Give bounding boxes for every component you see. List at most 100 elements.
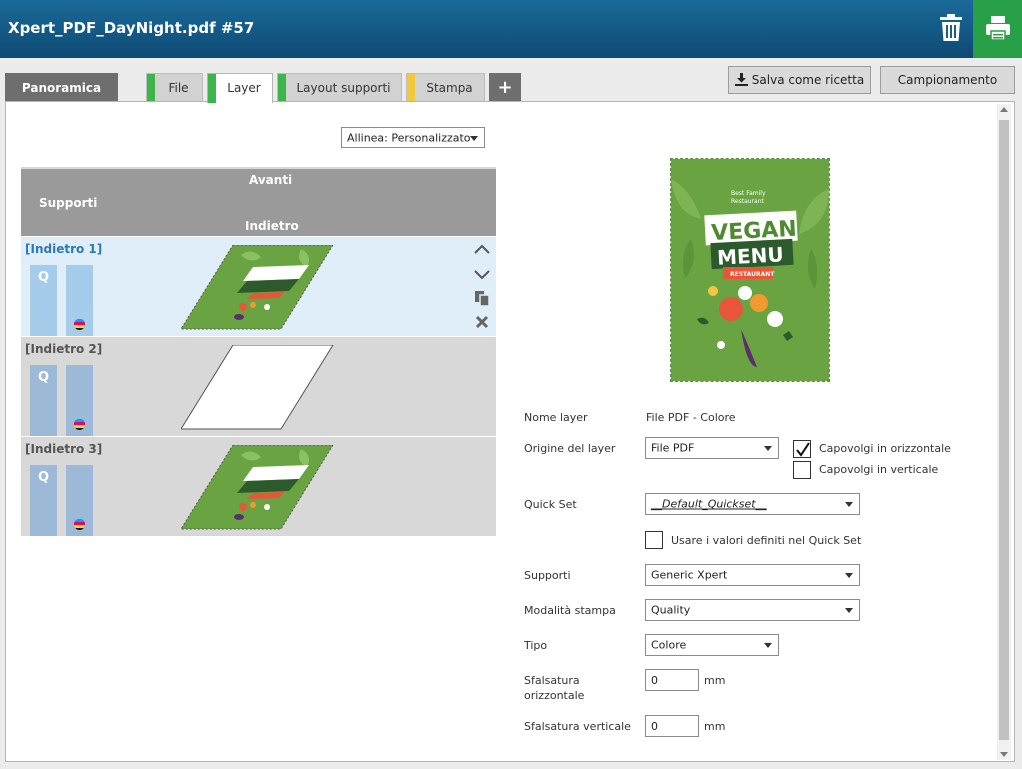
align-select-value: Allinea: Personalizzato: [347, 131, 471, 144]
add-tab-button[interactable]: +: [489, 73, 521, 101]
quickset-value: __Default_Quickset__: [651, 497, 767, 511]
chevron-down-icon: [764, 643, 772, 648]
tab-status-mark: [278, 74, 286, 101]
scrollbar-thumb[interactable]: [999, 120, 1009, 740]
quality-letter: Q: [37, 370, 50, 385]
tab-stampa[interactable]: Stampa: [406, 73, 485, 101]
offset-horizontal-unit: mm: [704, 674, 726, 687]
preview-badge: RESTAURANT: [730, 271, 775, 278]
print-mode-select[interactable]: Quality: [645, 599, 860, 621]
tab-layer[interactable]: Layer: [207, 73, 273, 103]
scroll-down-arrow-icon[interactable]: [1000, 752, 1008, 757]
type-select[interactable]: Colore: [645, 634, 779, 656]
media-select[interactable]: Generic Xpert: [645, 564, 860, 586]
vertical-scrollbar[interactable]: [997, 104, 1011, 760]
layer-row[interactable]: [Indietro 2] Q: [21, 337, 496, 436]
move-up-icon[interactable]: [473, 241, 491, 259]
media-label: Supporti: [524, 569, 571, 582]
flip-vertical-label: Capovolgi in verticale: [819, 463, 939, 476]
tab-layout-supporti-label: Layout supporti: [296, 81, 391, 95]
layer-thumbnail: [181, 345, 334, 430]
tab-layer-label: Layer: [227, 81, 261, 95]
sampling-button[interactable]: Campionamento: [880, 66, 1015, 94]
header-front: Avanti: [249, 173, 293, 187]
quality-indicator: Q: [30, 365, 57, 436]
offset-vertical-label: Sfalsatura verticale: [524, 720, 631, 733]
layer-name: [Indietro 1]: [25, 242, 103, 256]
quality-indicator: Q: [30, 465, 57, 536]
preview-title2: MENU: [717, 242, 785, 269]
tab-status-mark: [147, 74, 155, 101]
header-media: Supporti: [39, 196, 98, 210]
cmyk-icon: [74, 519, 85, 530]
align-select[interactable]: Allinea: Personalizzato: [341, 127, 485, 148]
offset-horizontal-input[interactable]: 0: [645, 669, 699, 691]
cmyk-icon: [74, 419, 85, 430]
flip-horizontal-label: Capovolgi in orizzontale: [819, 442, 951, 455]
header-back: Indietro: [245, 219, 299, 233]
save-as-recipe-button[interactable]: Salva come ricetta: [728, 66, 871, 94]
media-value: Generic Xpert: [651, 568, 728, 582]
offset-vertical-value: 0: [651, 720, 658, 733]
layer-row[interactable]: [Indietro 3] Q: [21, 437, 496, 536]
layer-name-label: Nome layer: [524, 411, 588, 424]
color-indicator: [66, 265, 93, 336]
use-quickset-checkbox[interactable]: [645, 531, 663, 549]
offset-vertical-unit: mm: [704, 720, 726, 733]
delete-icon[interactable]: [473, 313, 491, 331]
color-indicator: [66, 465, 93, 536]
cmyk-icon: [74, 319, 85, 330]
scroll-up-arrow-icon[interactable]: [1000, 107, 1008, 112]
tab-status-mark: [407, 74, 415, 101]
chevron-down-icon: [845, 502, 853, 507]
layer-preview: Best Family Restaurant VEGAN MENU RESTAU…: [670, 158, 830, 382]
window-title: Xpert_PDF_DayNight.pdf #57: [8, 19, 255, 37]
type-value: Colore: [651, 638, 687, 652]
chevron-down-icon: [845, 573, 853, 578]
preview-line2: Restaurant: [731, 198, 764, 205]
flip-vertical-checkbox[interactable]: [793, 461, 811, 479]
tab-status-mark: [208, 74, 216, 103]
chevron-down-icon: [845, 608, 853, 613]
tab-file[interactable]: File: [146, 73, 203, 101]
tab-layout-supporti[interactable]: Layout supporti: [277, 73, 402, 101]
duplicate-icon[interactable]: [473, 289, 491, 307]
plus-icon: +: [497, 77, 513, 98]
preview-line1: Best Family: [731, 190, 766, 197]
flip-horizontal-checkbox[interactable]: [793, 440, 811, 458]
tab-file-label: File: [168, 81, 189, 95]
move-down-icon[interactable]: [473, 265, 491, 283]
layer-name-value: File PDF - Colore: [646, 411, 736, 424]
offset-horizontal-label-line2: orizzontale: [524, 689, 585, 702]
quickset-label: Quick Set: [524, 498, 577, 511]
tab-panoramica-label: Panoramica: [21, 81, 102, 95]
chevron-down-icon: [470, 135, 478, 141]
layer-name: [Indietro 2]: [25, 342, 103, 356]
quickset-select[interactable]: __Default_Quickset__: [645, 493, 860, 515]
offset-horizontal-value: 0: [651, 674, 658, 687]
use-quickset-label: Usare i valori definiti nel Quick Set: [671, 534, 862, 547]
layer-thumbnail: [181, 245, 334, 330]
layer-origin-value: File PDF: [651, 441, 695, 455]
trash-icon[interactable]: [937, 13, 965, 43]
title-bar: Xpert_PDF_DayNight.pdf #57: [0, 0, 1022, 58]
quality-indicator: Q: [30, 265, 57, 336]
layer-thumbnail: [181, 445, 334, 530]
print-button[interactable]: [973, 0, 1022, 58]
color-indicator: [66, 365, 93, 436]
sampling-label: Campionamento: [897, 73, 998, 87]
layers-table-header: Avanti Supporti Indietro: [21, 167, 496, 236]
print-mode-label: Modalità stampa: [524, 604, 616, 617]
layer-name: [Indietro 3]: [25, 442, 103, 456]
printer-icon: [986, 16, 1010, 41]
tab-panoramica[interactable]: Panoramica: [5, 73, 118, 101]
download-icon: [734, 73, 748, 86]
layer-row[interactable]: [Indietro 1] Q: [21, 237, 496, 336]
offset-horizontal-label: Sfalsatura: [524, 674, 580, 687]
print-mode-value: Quality: [651, 603, 691, 617]
checkmark-icon: [796, 442, 810, 457]
quality-letter: Q: [37, 270, 50, 285]
tab-stampa-label: Stampa: [426, 81, 473, 95]
layer-origin-select[interactable]: File PDF: [645, 437, 779, 459]
offset-vertical-input[interactable]: 0: [645, 715, 699, 737]
